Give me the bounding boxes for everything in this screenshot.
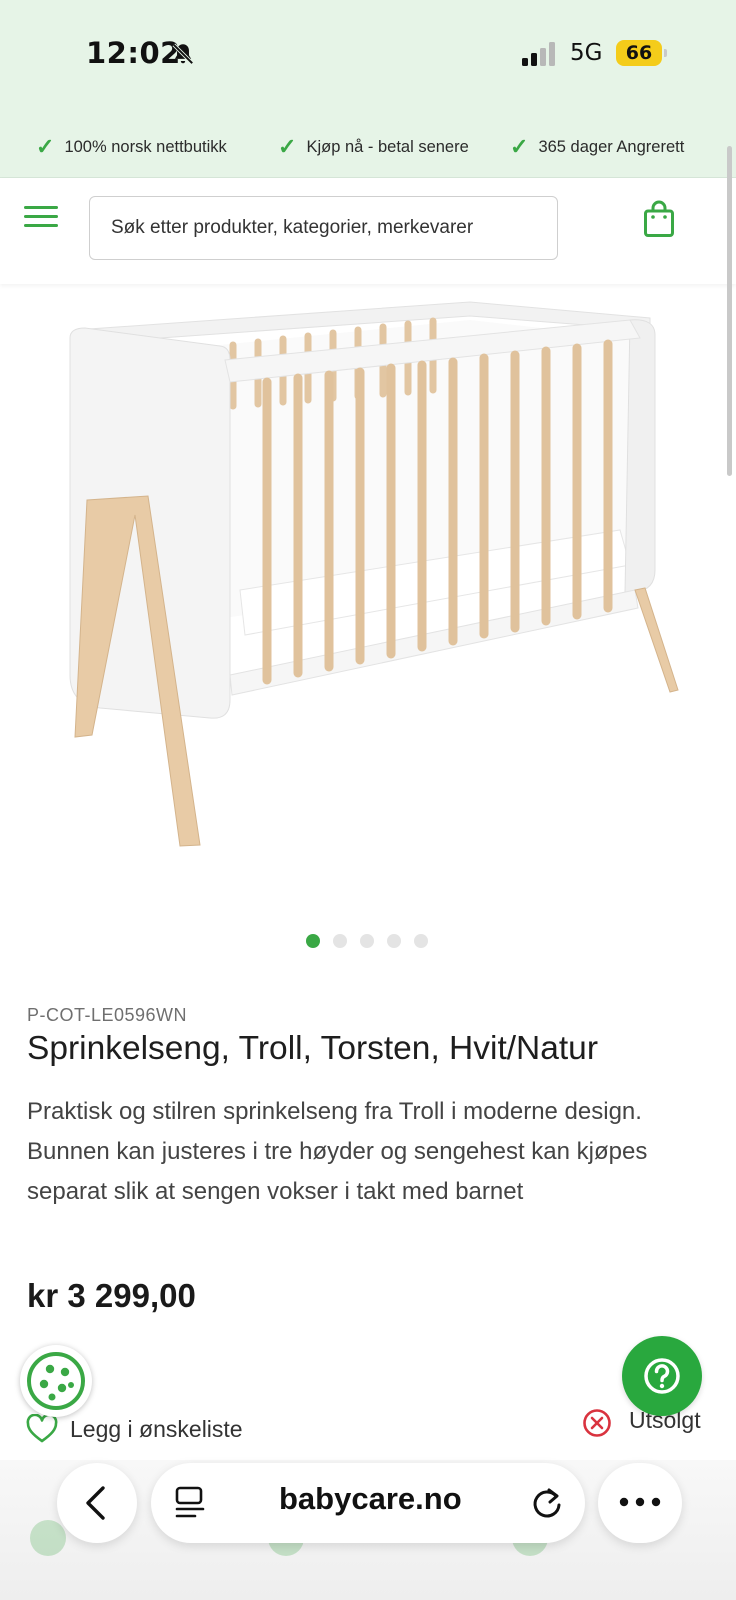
- usp-item: ✓ 365 dager Angrerett: [510, 132, 685, 159]
- product-image[interactable]: [30, 290, 710, 910]
- bell-slash-icon: [172, 43, 194, 65]
- x-circle-icon: [583, 1409, 611, 1437]
- shopping-bag-icon[interactable]: [643, 200, 675, 238]
- gallery-dot[interactable]: [360, 934, 374, 948]
- product-title: Sprinkelseng, Troll, Torsten, Hvit/Natur: [27, 1030, 598, 1067]
- browser-more-button[interactable]: [598, 1463, 682, 1543]
- cookie-icon[interactable]: [20, 1345, 92, 1417]
- browser-url-bar[interactable]: babycare.no: [151, 1463, 585, 1543]
- heart-icon: [26, 1414, 58, 1443]
- usp-item: ✓ 100% norsk nettbutikk: [36, 132, 227, 159]
- question-icon[interactable]: [622, 1336, 702, 1416]
- battery-tip: [664, 49, 667, 57]
- battery-indicator: 66: [616, 40, 662, 66]
- footer-icon: [30, 1520, 66, 1556]
- product-description: Praktisk og stilren sprinkelseng fra Tro…: [27, 1098, 648, 1205]
- check-icon: ✓: [510, 134, 529, 159]
- check-icon: ✓: [36, 134, 55, 159]
- check-icon: ✓: [278, 134, 297, 159]
- gallery-dot[interactable]: [306, 934, 320, 948]
- browser-back-button[interactable]: [57, 1463, 137, 1543]
- product-price: kr 3 299,00: [27, 1277, 196, 1314]
- reader-icon[interactable]: [173, 1485, 207, 1521]
- signal-icon: [522, 42, 555, 66]
- usp-text: Kjøp nå - betal senere: [306, 138, 469, 156]
- ellipsis-icon: [619, 1497, 661, 1507]
- gallery-dot[interactable]: [333, 934, 347, 948]
- network-type: 5G: [570, 40, 603, 66]
- usp-text: 100% norsk nettbutikk: [64, 138, 227, 156]
- usp-item: ✓ Kjøp nå - betal senere: [278, 132, 469, 159]
- usp-text: 365 dager Angrerett: [538, 138, 685, 156]
- product-sku: P-COT-LE0596WN: [27, 1005, 188, 1025]
- search-input[interactable]: [89, 196, 558, 260]
- status-bar: 12:02 5G 66: [0, 0, 736, 110]
- wishlist-label: Legg i ønskeliste: [70, 1416, 243, 1442]
- chevron-left-icon: [86, 1486, 105, 1520]
- site-header: [0, 178, 736, 284]
- reload-icon[interactable]: [529, 1485, 565, 1521]
- gallery-dot[interactable]: [387, 934, 401, 948]
- usp-bar: ✓ 100% norsk nettbutikk ✓ Kjøp nå - betal …: [0, 110, 736, 178]
- scrollbar[interactable]: [727, 146, 732, 476]
- hamburger-icon[interactable]: [24, 206, 58, 232]
- gallery-dot[interactable]: [414, 934, 428, 948]
- status-time: 12:02: [86, 36, 181, 70]
- browser-url-text: babycare.no: [279, 1481, 462, 1516]
